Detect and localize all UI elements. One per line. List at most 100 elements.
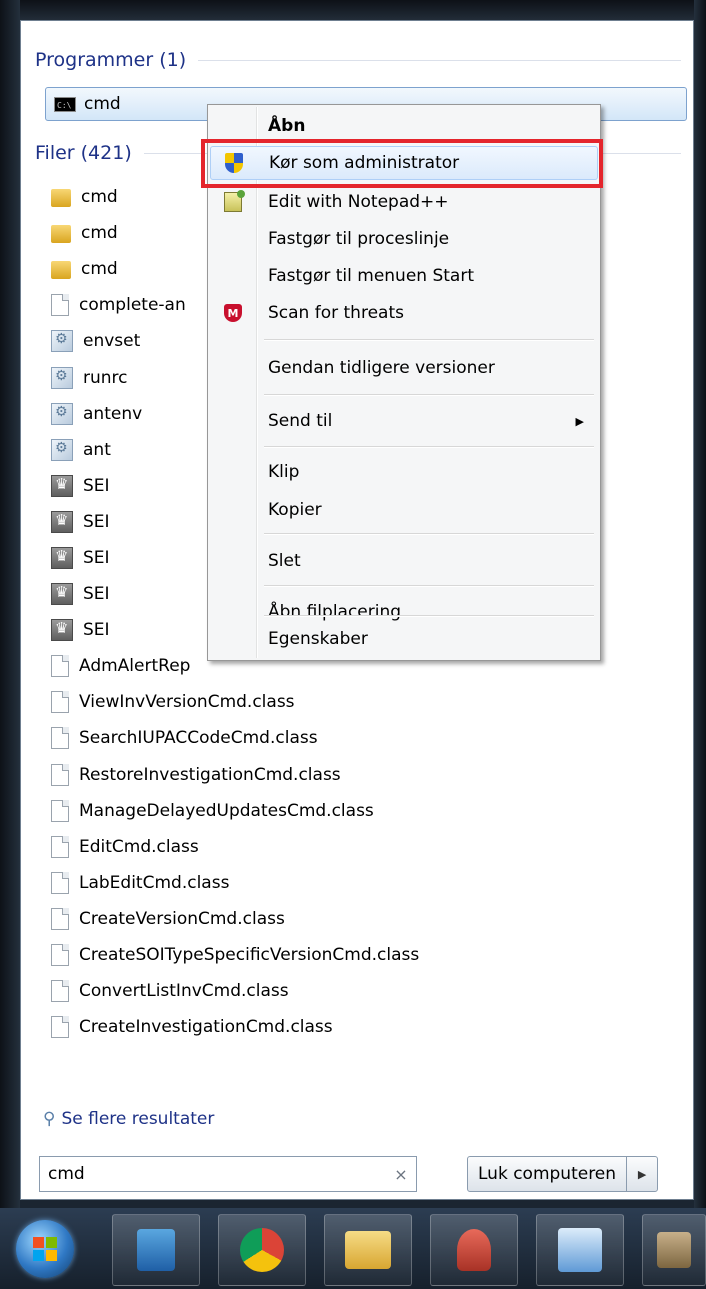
file-item[interactable]: LabEditCmd.class bbox=[51, 865, 419, 901]
file-item-label: SEI bbox=[83, 584, 110, 605]
document-icon bbox=[51, 944, 69, 967]
menu-item-pin-to-start-menu[interactable]: Fastgør til menuen Start bbox=[210, 259, 598, 293]
taskbar-explorer[interactable] bbox=[324, 1214, 412, 1286]
file-item[interactable]: ConvertListInvCmd.class bbox=[51, 973, 419, 1009]
menu-item-label: Fastgør til menuen Start bbox=[268, 266, 474, 286]
file-item-label: ant bbox=[83, 439, 111, 460]
file-item-label: SearchIUPACCodeCmd.class bbox=[79, 728, 318, 749]
document-icon bbox=[51, 907, 69, 930]
file-item-label: envset bbox=[83, 331, 141, 352]
file-item[interactable]: ViewInvVersionCmd.class bbox=[51, 684, 419, 720]
programs-header-label: Programmer (1) bbox=[35, 49, 187, 71]
windows-logo-red bbox=[33, 1237, 44, 1248]
menu-item-restore-previous-versions[interactable]: Gendan tidligere versioner bbox=[210, 351, 598, 385]
file-item-label: ManageDelayedUpdatesCmd.class bbox=[79, 800, 374, 821]
menu-separator bbox=[264, 585, 594, 587]
see-more-results-link[interactable]: ⚲ Se flere resultater bbox=[43, 1109, 214, 1129]
file-item-label: ViewInvVersionCmd.class bbox=[79, 692, 295, 713]
shutdown-options-arrow-icon[interactable]: ▶ bbox=[627, 1157, 657, 1191]
search-box[interactable]: × bbox=[39, 1156, 417, 1192]
menu-item-scan-for-threats[interactable]: M Scan for threats bbox=[210, 296, 598, 330]
taskbar-app[interactable] bbox=[642, 1214, 706, 1286]
file-item[interactable]: RestoreInvestigationCmd.class bbox=[51, 757, 419, 793]
menu-item-pin-to-taskbar[interactable]: Fastgør til proceslinje bbox=[210, 222, 598, 256]
file-item-label: RestoreInvestigationCmd.class bbox=[79, 764, 341, 785]
mcafee-shield-icon: M bbox=[222, 302, 244, 324]
document-icon bbox=[51, 835, 69, 858]
taskbar-user-app[interactable] bbox=[430, 1214, 518, 1286]
taskbar-media-player[interactable] bbox=[112, 1214, 200, 1286]
menu-item-label: Klip bbox=[268, 462, 300, 482]
document-icon bbox=[51, 980, 69, 1003]
window-frame-top bbox=[0, 0, 706, 20]
user-app-icon bbox=[457, 1229, 491, 1271]
file-item-label: antenv bbox=[83, 403, 143, 424]
shutdown-button[interactable]: Luk computeren bbox=[468, 1157, 628, 1191]
document-icon bbox=[51, 763, 69, 786]
menu-item-label: Gendan tidligere versioner bbox=[268, 358, 495, 378]
start-button[interactable] bbox=[16, 1220, 74, 1278]
programs-header-divider bbox=[198, 59, 681, 61]
windows-logo-icon bbox=[33, 1237, 57, 1261]
menu-item-label: Send til bbox=[268, 411, 333, 431]
app-icon bbox=[657, 1232, 691, 1268]
menu-item-send-to[interactable]: Send til ▶ bbox=[210, 404, 598, 438]
menu-item-edit-with-notepad[interactable]: Edit with Notepad++ bbox=[210, 185, 598, 219]
file-item-label: runrc bbox=[83, 367, 128, 388]
document-icon bbox=[51, 871, 69, 894]
search-input[interactable] bbox=[48, 1164, 386, 1184]
config-file-icon bbox=[51, 438, 73, 461]
file-item-label: ConvertListInvCmd.class bbox=[79, 981, 289, 1002]
annotation-highlight-box bbox=[201, 139, 603, 188]
crown-file-icon bbox=[51, 474, 73, 497]
windows-logo-yellow bbox=[46, 1250, 57, 1261]
cmd-console-icon: C:\ bbox=[54, 96, 76, 112]
notepad-plus-plus-icon bbox=[224, 190, 245, 212]
file-item[interactable]: EditCmd.class bbox=[51, 829, 419, 865]
menu-item-delete[interactable]: Slet bbox=[210, 544, 598, 578]
file-item-label: cmd bbox=[81, 259, 118, 280]
file-item[interactable]: SearchIUPACCodeCmd.class bbox=[51, 720, 419, 756]
menu-item-cut[interactable]: Klip bbox=[210, 455, 598, 489]
menu-item-label: Åbn bbox=[268, 116, 306, 136]
menu-separator bbox=[264, 446, 594, 448]
taskbar-contacts[interactable] bbox=[536, 1214, 624, 1286]
crown-file-icon bbox=[51, 510, 73, 533]
windows-logo-green bbox=[46, 1237, 57, 1248]
submenu-arrow-icon: ▶ bbox=[575, 414, 584, 428]
file-item-label: CreateInvestigationCmd.class bbox=[79, 1017, 333, 1038]
window-frame-right bbox=[694, 0, 706, 1210]
file-item[interactable]: CreateInvestigationCmd.class bbox=[51, 1009, 419, 1045]
menu-item-properties[interactable]: Egenskaber bbox=[210, 622, 598, 656]
crown-file-icon bbox=[51, 546, 73, 569]
file-item-label: AdmAlertRep bbox=[79, 656, 191, 677]
config-file-icon bbox=[51, 366, 73, 389]
folder-icon bbox=[51, 189, 71, 208]
taskbar bbox=[0, 1208, 706, 1289]
windows-logo-blue bbox=[33, 1250, 44, 1261]
chrome-icon bbox=[240, 1228, 284, 1272]
see-more-label: Se flere resultater bbox=[61, 1109, 215, 1129]
menu-item-label: Kopier bbox=[268, 500, 322, 520]
file-item-label: CreateVersionCmd.class bbox=[79, 908, 285, 929]
menu-item-copy[interactable]: Kopier bbox=[210, 493, 598, 527]
file-item-label: LabEditCmd.class bbox=[79, 872, 230, 893]
taskbar-chrome[interactable] bbox=[218, 1214, 306, 1286]
menu-separator bbox=[264, 339, 594, 341]
config-file-icon bbox=[51, 402, 73, 425]
menu-item-open[interactable]: Åbn bbox=[210, 109, 598, 143]
file-item[interactable]: ManageDelayedUpdatesCmd.class bbox=[51, 793, 419, 829]
folder-icon bbox=[51, 225, 71, 244]
document-icon bbox=[51, 294, 69, 317]
file-item-label: SEI bbox=[83, 620, 110, 641]
menu-item-label: Scan for threats bbox=[268, 303, 404, 323]
file-item-label: CreateSOITypeSpecificVersionCmd.class bbox=[79, 945, 420, 966]
file-item[interactable]: CreateSOITypeSpecificVersionCmd.class bbox=[51, 937, 419, 973]
menu-item-label: Edit with Notepad++ bbox=[268, 192, 449, 212]
file-item[interactable]: CreateVersionCmd.class bbox=[51, 901, 419, 937]
programs-group-header: Programmer (1) bbox=[35, 45, 681, 75]
file-item-label: EditCmd.class bbox=[79, 836, 199, 857]
file-item-label: cmd bbox=[81, 223, 118, 244]
document-icon bbox=[51, 691, 69, 714]
clear-search-icon[interactable]: × bbox=[386, 1165, 416, 1184]
